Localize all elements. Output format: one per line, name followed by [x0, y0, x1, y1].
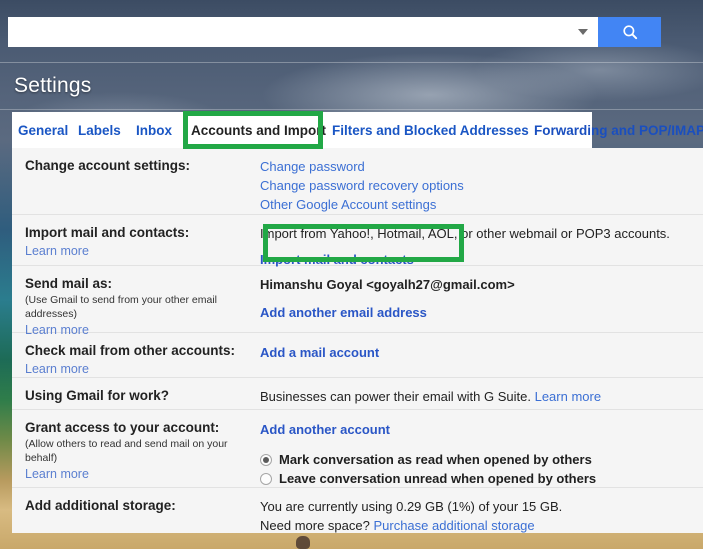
row-import-mail-and-contacts: Import mail and contacts: Learn more Imp… [12, 215, 703, 267]
check-mail-label: Check mail from other accounts: [25, 343, 236, 358]
radio-label-leave-unread: Leave conversation unread when opened by… [279, 471, 597, 486]
tab-general[interactable]: General [18, 112, 68, 148]
add-another-account-link[interactable]: Add another account [260, 419, 390, 440]
change-password-recovery-options-link[interactable]: Change password recovery options [260, 176, 464, 195]
grant-access-learn-more-link[interactable]: Learn more [25, 465, 89, 484]
add-a-mail-account-link[interactable]: Add a mail account [260, 342, 379, 363]
grant-access-note: (Allow others to read and send mail on y… [25, 438, 228, 464]
row-label: Check mail from other accounts: Learn mo… [12, 342, 260, 376]
background-figure [296, 536, 310, 549]
search-input[interactable] [8, 17, 568, 47]
row-label: Add additional storage: [12, 497, 260, 524]
row-grant-access-to-your-account: Grant access to your account: (Allow oth… [12, 410, 703, 488]
row-check-mail-from-other-accounts: Check mail from other accounts: Learn mo… [12, 333, 703, 378]
row-value: Import from Yahoo!, Hotmail, AOL, or oth… [260, 224, 703, 267]
chevron-down-icon [578, 29, 588, 35]
other-google-account-settings-link[interactable]: Other Google Account settings [260, 195, 436, 214]
send-mail-as-note: (Use Gmail to send from your other email… [25, 294, 217, 320]
tab-labels[interactable]: Labels [78, 112, 121, 148]
radio-option-leave-unread[interactable]: Leave conversation unread when opened by… [260, 469, 695, 488]
settings-tabs: General Labels Inbox Accounts and Import… [0, 112, 703, 148]
search-bar [8, 17, 661, 47]
change-account-settings-label: Change account settings: [25, 158, 191, 173]
tab-forwarding-and-pop-imap[interactable]: Forwarding and POP/IMAP [534, 112, 703, 148]
add-additional-storage-label: Add additional storage: [25, 498, 176, 513]
row-send-mail-as: Send mail as: (Use Gmail to send from yo… [12, 266, 703, 337]
storage-usage-text: You are currently using 0.29 GB (1%) of … [260, 499, 563, 514]
import-mail-learn-more-link[interactable]: Learn more [25, 242, 89, 261]
radio-label-mark-as-read: Mark conversation as read when opened by… [279, 452, 592, 467]
gmail-for-work-learn-more-link[interactable]: Learn more [535, 389, 601, 404]
grant-access-label: Grant access to your account: [25, 420, 220, 435]
gmail-settings-page: Settings General Labels Inbox Accounts a… [0, 0, 703, 549]
gmail-for-work-description-line: Businesses can power their email with G … [260, 387, 695, 406]
row-value: Himanshu Goyal <goyalh27@gmail.com> Add … [260, 275, 703, 323]
storage-need-more-text: Need more space? [260, 518, 370, 533]
import-mail-description: Import from Yahoo!, Hotmail, AOL, or oth… [260, 226, 670, 241]
send-mail-as-account: Himanshu Goyal <goyalh27@gmail.com> [260, 277, 515, 292]
radio-button-selected[interactable] [260, 453, 272, 466]
tab-filters-and-blocked-addresses[interactable]: Filters and Blocked Addresses [332, 112, 529, 148]
row-value: You are currently using 0.29 GB (1%) of … [260, 497, 703, 533]
search-options-button[interactable] [568, 17, 598, 47]
row-label: Using Gmail for work? [12, 387, 260, 403]
row-value: Add another account Mark conversation as… [260, 419, 703, 486]
row-change-account-settings: Change account settings: Change password… [12, 148, 703, 215]
gmail-for-work-description: Businesses can power their email with G … [260, 389, 531, 404]
row-value: Change password Change password recovery… [260, 157, 703, 212]
row-using-gmail-for-work: Using Gmail for work? Businesses can pow… [12, 378, 703, 410]
search-icon [622, 25, 637, 40]
row-label: Change account settings: [12, 157, 260, 205]
row-add-additional-storage: Add additional storage: You are currentl… [12, 488, 703, 533]
import-mail-label: Import mail and contacts: [25, 225, 190, 240]
check-mail-learn-more-link[interactable]: Learn more [25, 360, 89, 379]
radio-button-unselected[interactable] [260, 472, 272, 485]
row-value: Businesses can power their email with G … [260, 387, 703, 404]
search-button[interactable] [598, 17, 661, 47]
tab-inbox[interactable]: Inbox [136, 112, 172, 148]
storage-need-more-line: Need more space? Purchase additional sto… [260, 516, 695, 535]
radio-dot-icon [263, 456, 269, 463]
settings-panel: Change account settings: Change password… [12, 148, 703, 533]
row-label: Send mail as: (Use Gmail to send from yo… [12, 275, 260, 337]
send-mail-as-label: Send mail as: [25, 276, 113, 291]
change-password-link[interactable]: Change password [260, 157, 365, 176]
gmail-for-work-label: Using Gmail for work? [25, 388, 170, 403]
row-value: Add a mail account [260, 342, 703, 368]
title-band [0, 62, 703, 110]
add-another-email-address-link[interactable]: Add another email address [260, 302, 427, 323]
row-label: Import mail and contacts: Learn more [12, 224, 260, 258]
purchase-additional-storage-link[interactable]: Purchase additional storage [373, 518, 534, 533]
tab-accounts-and-import[interactable]: Accounts and Import [191, 112, 326, 148]
page-title: Settings [14, 74, 92, 97]
row-label: Grant access to your account: (Allow oth… [12, 419, 260, 481]
radio-option-mark-as-read[interactable]: Mark conversation as read when opened by… [260, 450, 695, 469]
